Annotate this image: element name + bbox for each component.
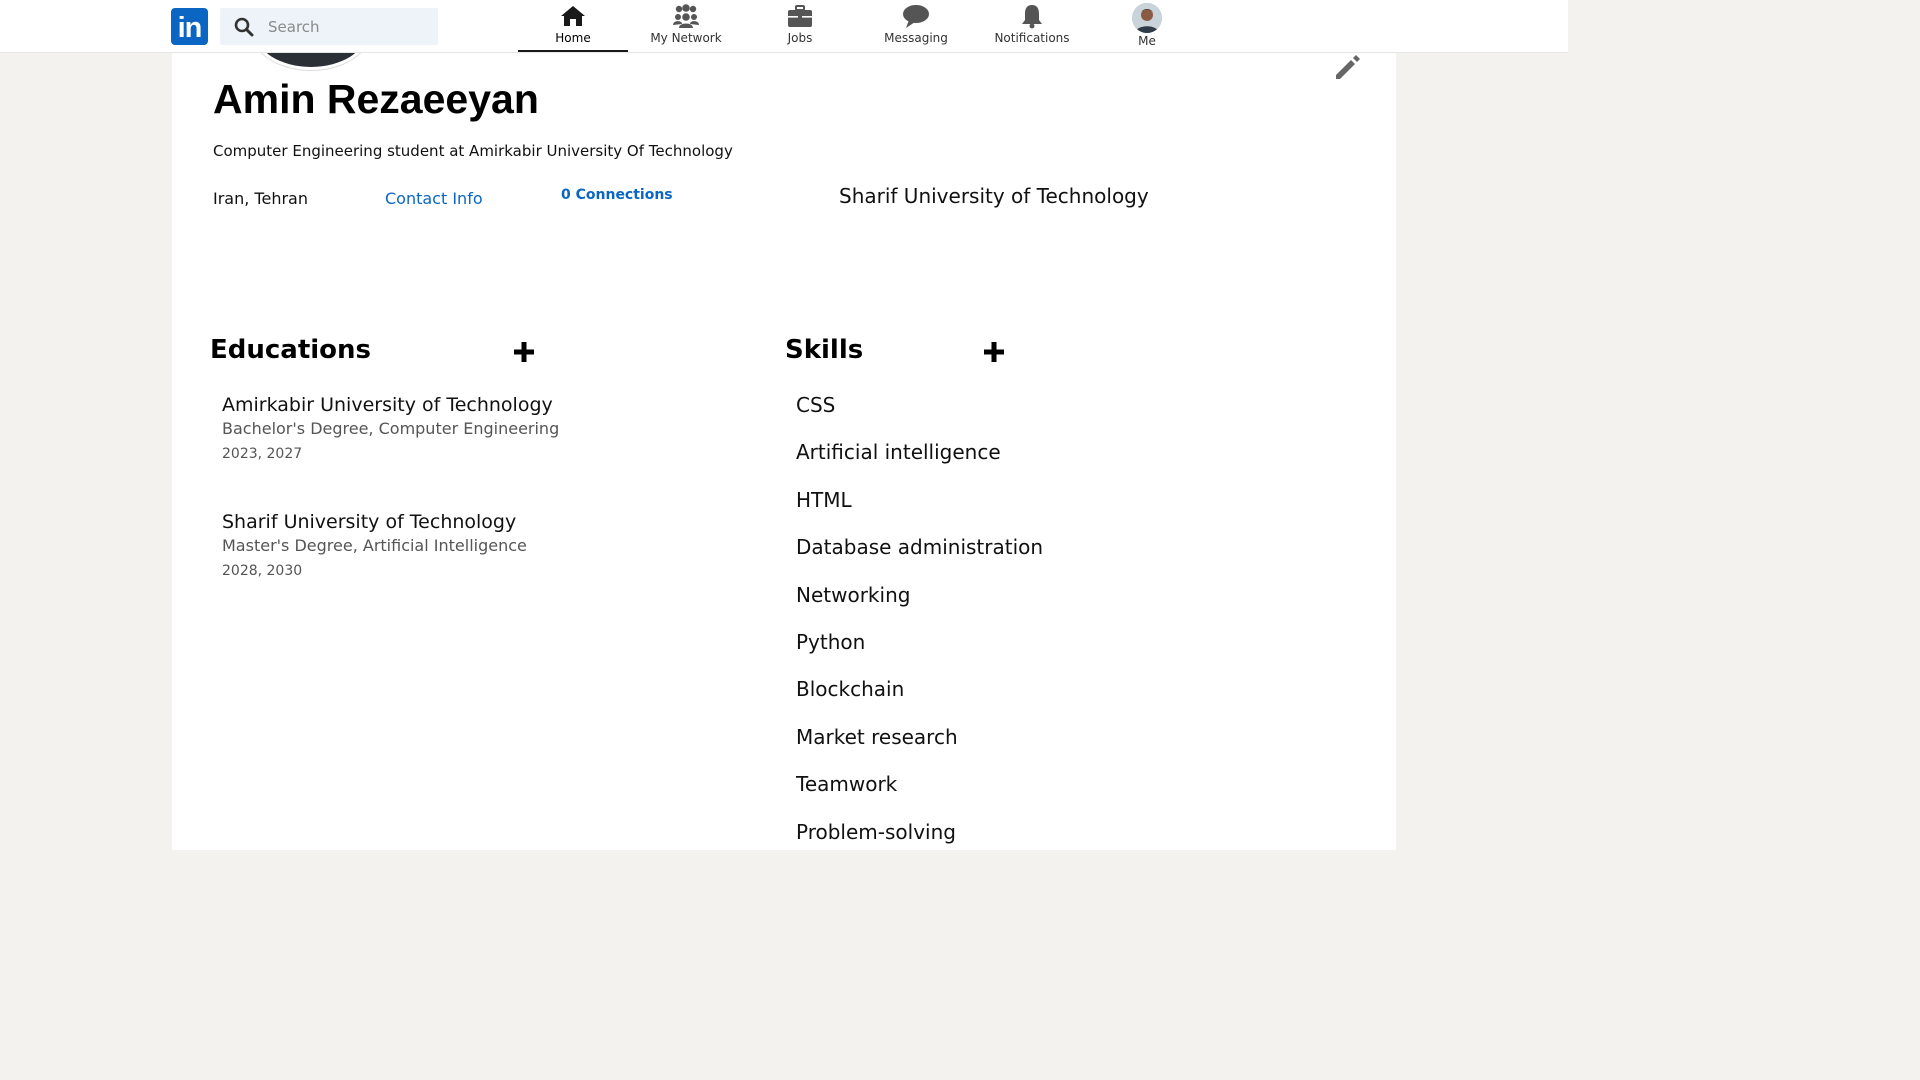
nav-notifications[interactable]: Notifications <box>990 0 1074 52</box>
profile-name: Amin Rezaeeyan <box>213 76 539 122</box>
nav-my-network[interactable]: My Network <box>640 0 732 52</box>
bell-icon <box>1022 5 1042 29</box>
education-item: Sharif University of Technology Master's… <box>222 511 527 579</box>
skill-item: Market research <box>796 724 958 749</box>
search-box[interactable] <box>220 8 438 45</box>
nav-home[interactable]: Home <box>518 0 628 52</box>
education-school: Amirkabir University of Technology <box>222 394 553 416</box>
skill-item: Networking <box>796 582 911 607</box>
chat-icon <box>903 5 929 28</box>
education-years: 2028, 2030 <box>222 563 303 579</box>
skill-item: CSS <box>796 393 836 417</box>
contact-info-link[interactable]: Contact Info <box>385 189 483 208</box>
skill-item: Blockchain <box>796 677 905 702</box>
connections-link[interactable]: 0 Connections <box>561 187 673 203</box>
top-nav: in Home My Network <box>0 0 1568 53</box>
pencil-icon[interactable] <box>1332 52 1362 82</box>
nav-me[interactable]: Me <box>1117 0 1177 52</box>
avatar <box>1132 3 1162 33</box>
education-school: Sharif University of Technology <box>222 511 517 533</box>
educations-title: Educations <box>210 335 372 365</box>
education-degree: Master's Degree, Artificial Intelligence <box>222 536 527 555</box>
nav-my-network-label: My Network <box>650 31 722 45</box>
profile-card: Amin Rezaeeyan Computer Engineering stud… <box>172 52 1396 850</box>
profile-headline: Computer Engineering student at Amirkabi… <box>213 142 733 160</box>
skill-item: Python <box>796 629 866 654</box>
skill-item: Teamwork <box>796 772 898 797</box>
education-item: Amirkabir University of Technology Bache… <box>222 394 559 462</box>
education-degree: Bachelor's Degree, Computer Engineering <box>222 419 560 438</box>
skill-item: HTML <box>796 487 852 512</box>
home-icon <box>561 6 585 26</box>
nav-home-label: Home <box>555 31 591 45</box>
search-input[interactable] <box>268 8 428 45</box>
skill-item: Problem-solving <box>796 819 956 844</box>
skill-item: Artificial intelligence <box>796 440 1001 465</box>
profile-university[interactable]: Sharif University of Technology <box>839 184 1149 208</box>
search-icon <box>234 17 254 37</box>
profile-photo[interactable] <box>252 52 370 70</box>
add-education-button[interactable] <box>512 340 536 364</box>
add-skill-button[interactable] <box>982 340 1006 364</box>
nav-notifications-label: Notifications <box>994 31 1070 45</box>
nav-messaging[interactable]: Messaging <box>876 0 956 52</box>
nav-messaging-label: Messaging <box>884 31 948 45</box>
linkedin-logo[interactable]: in <box>171 8 208 45</box>
people-icon <box>673 4 699 28</box>
nav-me-label: Me <box>1138 34 1156 48</box>
skills-title: Skills <box>785 335 864 365</box>
nav-jobs-label: Jobs <box>787 31 813 45</box>
nav-jobs[interactable]: Jobs <box>770 0 830 52</box>
education-years: 2023, 2027 <box>222 446 303 462</box>
profile-location: Iran, Tehran <box>213 189 308 208</box>
skills-list: CSS Artificial intelligence HTML Databas… <box>796 390 1043 850</box>
briefcase-icon <box>788 5 812 27</box>
skill-item: Database administration <box>796 535 1044 560</box>
